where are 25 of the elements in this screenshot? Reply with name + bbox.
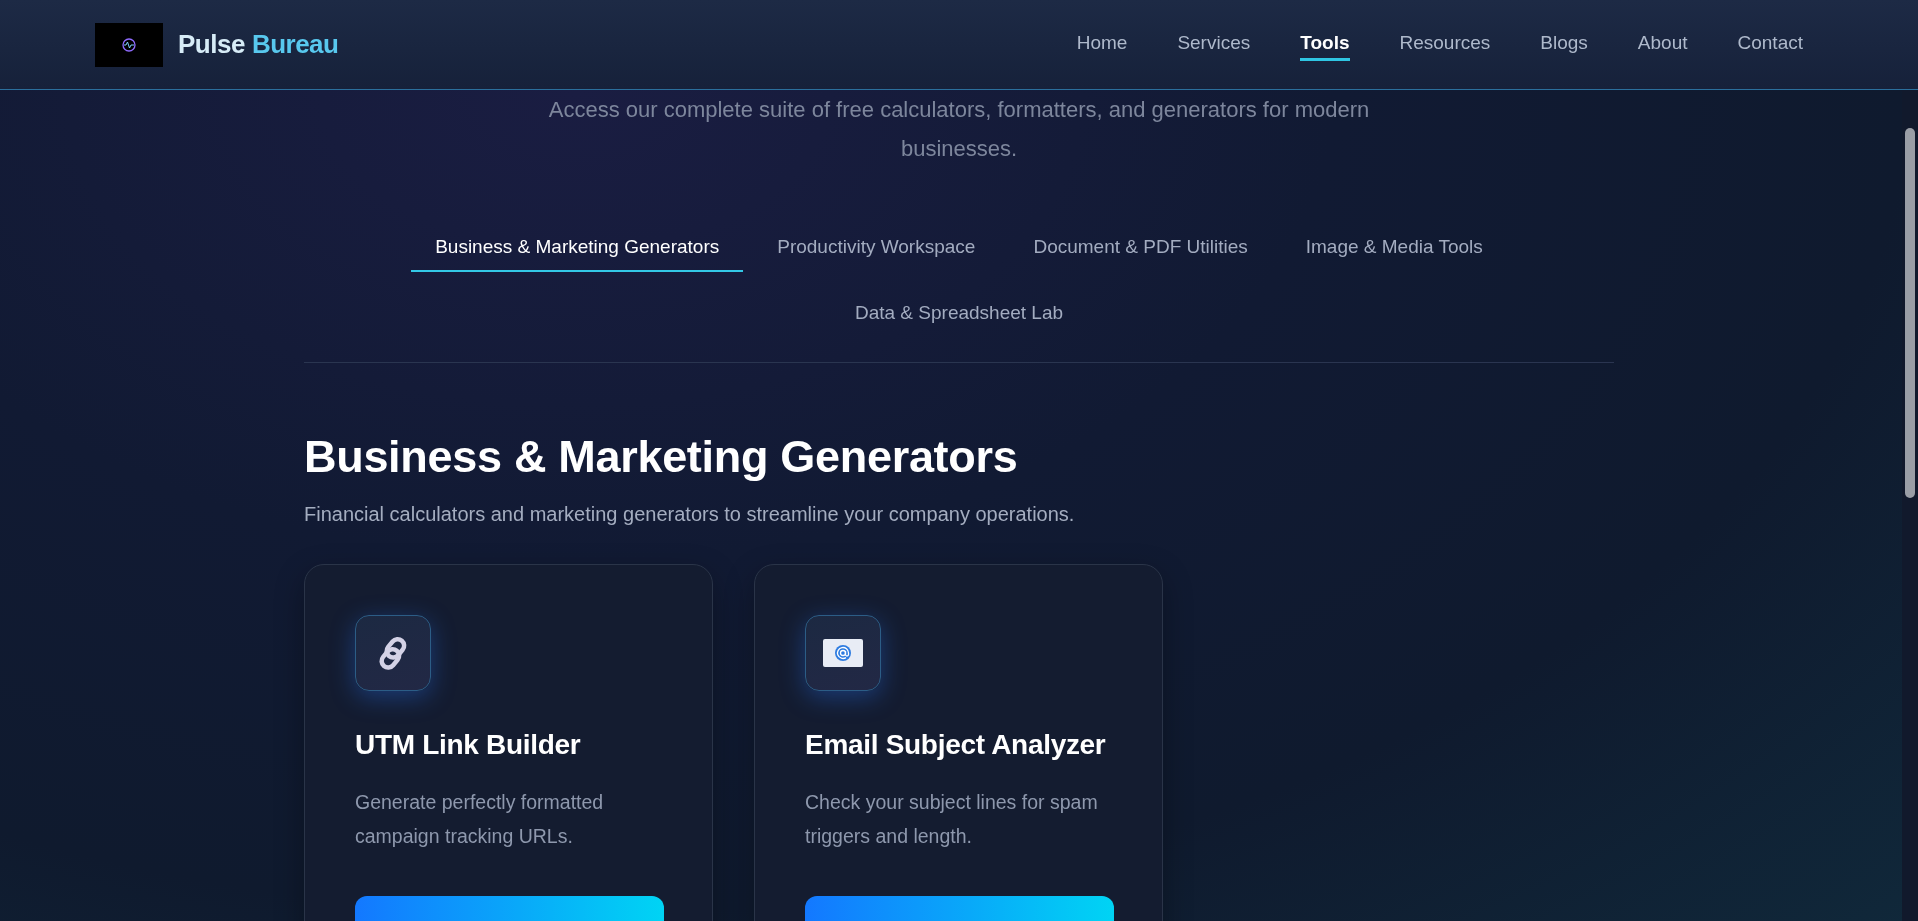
card-title: Email Subject Analyzer [805,729,1107,761]
nav-link[interactable]: Home [1076,28,1128,61]
category-tab[interactable]: Image & Media Tools [1281,228,1507,272]
card-description: Check your subject lines for spam triggers and length. [805,790,1099,849]
nav-link[interactable]: Resources [1399,28,1491,61]
nav-link[interactable]: About [1637,28,1688,61]
category-tab[interactable]: Business & Marketing Generators [411,228,744,272]
category-tab[interactable]: Data & Spreadsheet Lab [830,294,1088,338]
email-icon [823,639,863,667]
logo[interactable] [95,22,163,67]
nav-link[interactable]: Services [1177,28,1251,61]
card-title: UTM Link Builder [355,729,582,761]
nav-link[interactable]: Tools [1300,28,1350,61]
brand-name[interactable]: Bureau [251,29,339,60]
section-description: Financial calculators and marketing generators to streamline your company operations. [304,503,1076,526]
intro-text: Access our complete suite of free calculators, formatters, and generators for modern businesses. [547,96,1371,163]
pulse-logo-icon [122,37,136,52]
card-description: Generate perfectly formatted campaign tracking URLs. [355,790,605,849]
nav-link[interactable]: Blogs [1540,28,1588,61]
scrollbar-thumb[interactable] [1905,128,1915,498]
category-tab[interactable]: Productivity Workspace [753,228,1000,272]
brand-name[interactable]: Pulse [178,29,245,60]
category-tab[interactable]: Document & PDF Utilities [1009,228,1272,272]
section-title: Business & Marketing Generators [304,431,1019,483]
nav-link[interactable]: Contact [1737,28,1803,61]
